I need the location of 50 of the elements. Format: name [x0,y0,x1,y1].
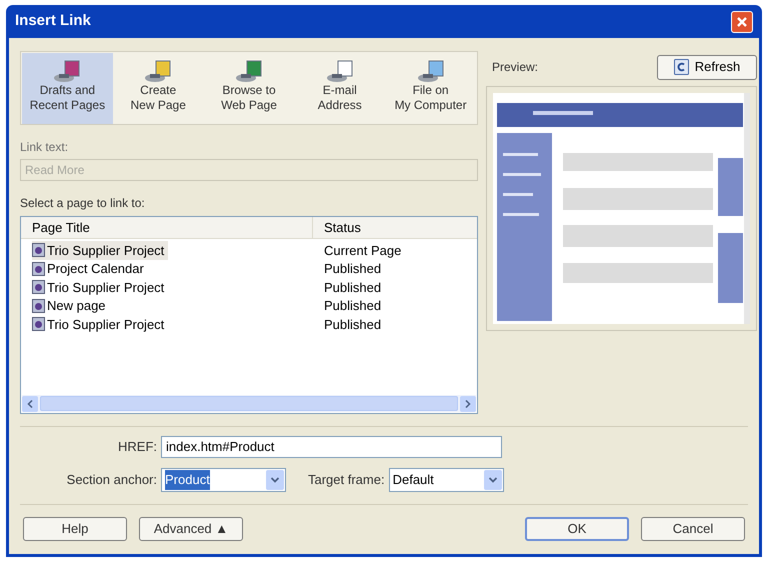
status-cell-text: Published [323,278,382,296]
tab[interactable]: Drafts and Recent Pages [22,53,113,124]
dialog-button[interactable]: Advanced ▲ [139,517,243,541]
list-item[interactable]: Project Calendar [32,259,148,278]
tab[interactable]: File on My Computer [385,53,476,124]
close-icon [736,16,748,28]
field-label: Target frame: [308,471,386,490]
field-label: Select a page to link to: [20,195,146,212]
input-field[interactable]: index.htm#Product [161,436,502,458]
tab[interactable]: Browse to Web Page [204,53,294,124]
list-item[interactable]: Trio Supplier Project [32,278,168,297]
dialog-button[interactable]: Cancel [641,517,745,541]
page-icon [324,59,355,83]
status-cell-text: Published [323,260,382,278]
page-icon [234,59,264,83]
status-cell-text: Published [323,297,382,315]
column-header[interactable]: Status [313,217,477,238]
page-icon [32,298,45,313]
status-cell-text: Current Page [323,242,402,260]
page-icon [416,59,446,83]
field-label: Section anchor: [66,471,158,490]
dropdown[interactable]: Product [161,468,286,492]
page-icon [32,262,45,276]
preview-label: Preview: [492,59,538,76]
tab[interactable]: E-mail Address [294,53,386,124]
refresh-button[interactable]: Refresh [657,54,757,80]
page-icon [32,243,45,258]
window-title: Insert Link [15,11,91,32]
scrollbar-thumb[interactable] [40,396,458,411]
selected-value: Default [392,471,434,490]
field-label: HREF: [117,438,158,456]
field-label: Link text: [20,139,70,156]
selected-value: Product [165,470,210,490]
list-item[interactable]: Trio Supplier Project [32,314,168,334]
horizontal-scrollbar[interactable] [22,395,476,412]
tab[interactable]: Create New Page [112,53,204,124]
column-header[interactable]: Page Title [21,217,313,238]
page-list[interactable]: Page Title Status Trio Supplier Project Current Page Project Calendar Published Trio Supplier Project Published New page Published Trio Supplier Project Published [20,216,478,414]
page-icon [52,59,82,83]
list-item[interactable]: New page [32,296,110,316]
page-icon [32,317,45,332]
list-item[interactable]: Trio Supplier Project [32,240,168,260]
dialog-button[interactable]: OK [525,517,629,541]
page-icon [32,280,45,294]
refresh-icon [674,59,689,75]
status-cell-text: Published [323,316,382,334]
page-icon [143,59,174,83]
close-button[interactable] [731,10,753,32]
dropdown[interactable]: Default [388,468,504,492]
dialog-button[interactable]: Help [23,517,127,541]
